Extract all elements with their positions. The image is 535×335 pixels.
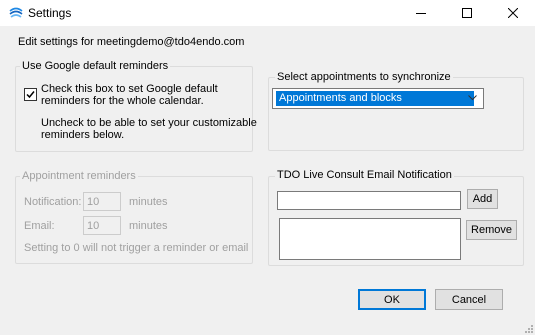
add-button[interactable]: Add [467,189,498,209]
google-reminders-legend: Use Google default reminders [20,60,171,72]
chevron-down-icon [468,95,477,101]
remove-button[interactable]: Remove [466,220,517,240]
sync-select[interactable]: Appointments and blocks [272,88,484,109]
reminder-note: Setting to 0 will not trigger a reminder… [24,242,249,254]
notification-label: Notification: [24,196,82,208]
tdo-notification-legend: TDO Live Consult Email Notification [275,169,454,181]
cancel-button[interactable]: Cancel [435,289,503,310]
google-default-checkbox[interactable] [24,88,37,101]
email-unit: minutes [129,220,168,232]
edit-settings-label: Edit settings for meetingdemo@tdo4endo.c… [18,36,245,48]
sync-select-value: Appointments and blocks [276,91,474,106]
ok-button[interactable]: OK [358,289,426,310]
notification-unit: minutes [129,196,168,208]
close-icon [508,8,518,18]
checkmark-icon [26,91,35,99]
appointment-reminders-legend: Appointment reminders [20,170,138,182]
minimize-button[interactable] [398,0,444,26]
app-icon [8,5,24,21]
google-default-checkbox-label-line1: Check this box to set Google default [41,83,218,95]
sync-legend: Select appointments to synchronize [275,71,453,83]
notification-email-input[interactable] [277,191,461,210]
email-label: Email: [24,220,55,232]
notification-minutes-input[interactable]: 10 [83,192,121,211]
resize-grip-icon[interactable] [523,323,533,333]
close-button[interactable] [490,0,535,26]
window-title: Settings [28,6,72,20]
maximize-button[interactable] [444,0,490,26]
google-default-checkbox-label-line2: reminders for the whole calendar. [41,95,204,107]
minimize-icon [416,13,426,14]
uncheck-hint-line2: reminders below. [41,129,125,141]
uncheck-hint-line1: Uncheck to be able to set your customiza… [41,117,257,129]
maximize-icon [462,8,472,18]
notification-email-list[interactable] [279,218,461,260]
title-bar: Settings [0,0,535,26]
email-minutes-input[interactable]: 10 [83,216,121,235]
